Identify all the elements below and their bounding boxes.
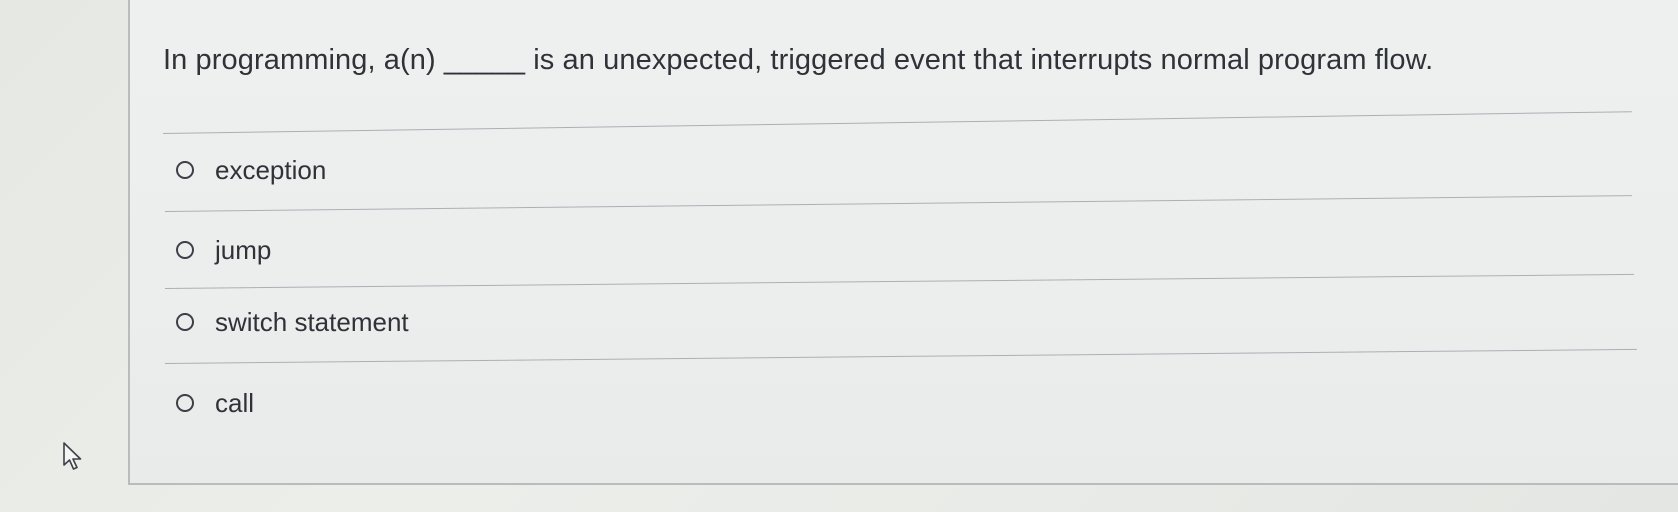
- option-exception[interactable]: exception: [176, 153, 326, 187]
- question-text: In programming, a(n) _____ is an unexpec…: [163, 44, 1434, 76]
- option-label: call: [215, 387, 255, 418]
- radio-button-icon[interactable]: [176, 394, 194, 412]
- radio-button-icon[interactable]: [176, 313, 194, 331]
- mouse-pointer-icon: [63, 442, 82, 470]
- option-label: jump: [215, 234, 272, 265]
- option-switch-statement[interactable]: switch statement: [176, 305, 409, 339]
- option-label: switch statement: [215, 306, 409, 337]
- option-jump[interactable]: jump: [176, 233, 271, 267]
- radio-button-icon[interactable]: [176, 241, 194, 259]
- option-label: exception: [215, 154, 327, 185]
- option-call[interactable]: call: [176, 386, 254, 420]
- radio-button-icon[interactable]: [176, 161, 194, 179]
